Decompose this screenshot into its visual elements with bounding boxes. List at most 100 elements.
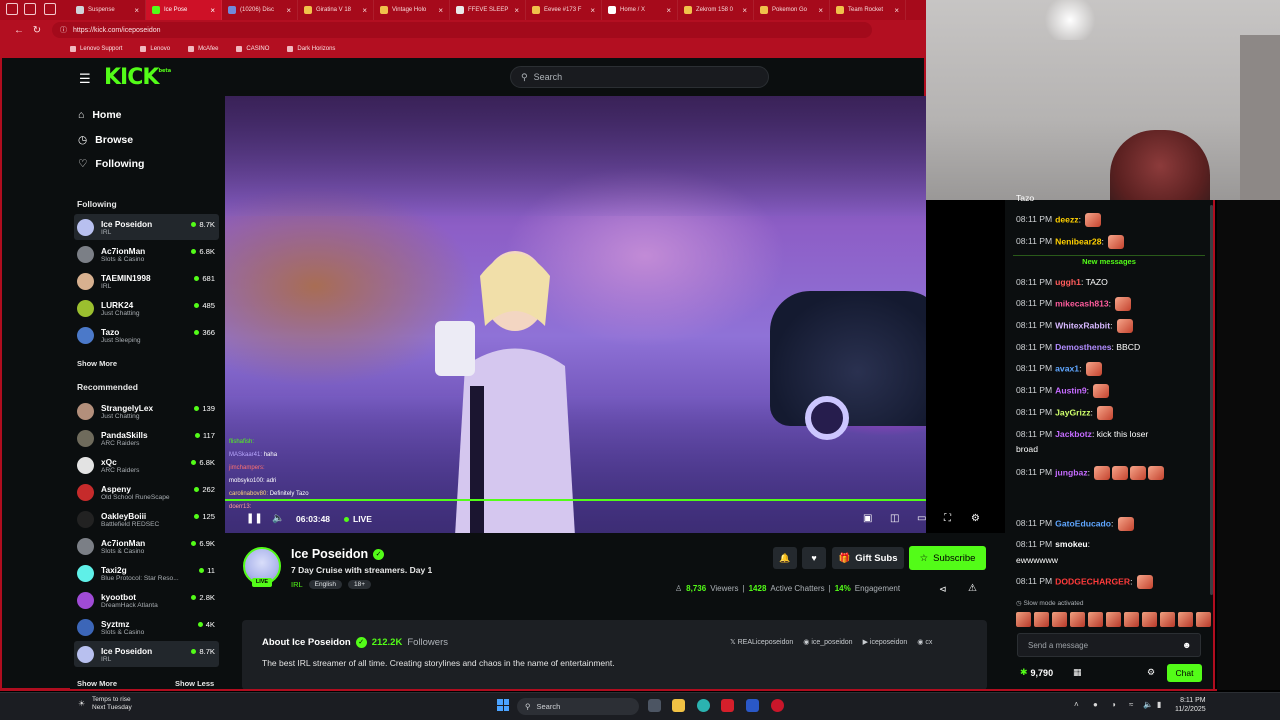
emote-icon[interactable]: [1112, 466, 1129, 480]
taskbar-clock[interactable]: 8:11 PM 11/2/2025: [1175, 696, 1206, 714]
search-input[interactable]: ⚲ Search: [510, 66, 769, 88]
emote-icon[interactable]: [1178, 612, 1193, 627]
new-messages-divider[interactable]: New messages: [1013, 255, 1205, 267]
bookmark-casino[interactable]: CASINO: [236, 46, 269, 52]
emote-icon[interactable]: [1094, 466, 1111, 480]
chat-username[interactable]: JayGrizz: [1055, 407, 1090, 417]
close-icon[interactable]: ×: [438, 6, 443, 15]
social-youtube-link[interactable]: ▶ iceposeidon: [863, 638, 908, 646]
emote-icon[interactable]: [1070, 612, 1085, 627]
tray-app-icon[interactable]: ◑: [1111, 700, 1116, 709]
browser-tab[interactable]: Eevee #173 F ×: [526, 0, 602, 20]
chat-username[interactable]: Nenibear28: [1055, 236, 1101, 246]
settings-gear-icon[interactable]: ⚙: [971, 513, 980, 524]
battery-icon[interactable]: ▮: [1157, 700, 1161, 709]
emote-icon[interactable]: [1130, 466, 1147, 480]
sidebar-item-browse[interactable]: ◷ Browse: [78, 134, 133, 146]
sidebar-channel[interactable]: Syztmz Slots & Casino 4K: [74, 614, 219, 640]
task-view-icon[interactable]: [648, 699, 661, 712]
social-x-link[interactable]: 𝕏 REALiceposeidon: [730, 638, 793, 646]
social-instagram-link[interactable]: ◉ ice_poseidon: [803, 638, 852, 646]
browser-tab[interactable]: Ice Pose ×: [146, 0, 222, 20]
edge-browser-icon[interactable]: [697, 699, 710, 712]
emote-icon[interactable]: [1052, 612, 1067, 627]
browser-tab[interactable]: Vintage Holo ×: [374, 0, 450, 20]
picture-in-picture-icon[interactable]: ▣: [863, 513, 872, 524]
emote-icon[interactable]: [1088, 612, 1103, 627]
show-more-recommended-button[interactable]: Show More: [77, 679, 117, 688]
tray-chevron-icon[interactable]: ˄: [1074, 700, 1079, 709]
emote-icon[interactable]: [1106, 612, 1121, 627]
sidebar-channel[interactable]: xQc ARC Raiders 6.8K: [74, 452, 219, 478]
emote-icon[interactable]: [1116, 319, 1133, 333]
chat-username[interactable]: smokeu: [1055, 539, 1087, 549]
weather-widget[interactable]: Temps to rise Next Tuesday: [92, 696, 132, 712]
pause-icon[interactable]: ❚❚: [246, 513, 263, 524]
browser-tab[interactable]: Suspense ×: [70, 0, 146, 20]
chat-username[interactable]: Jackbotz: [1055, 429, 1092, 439]
kick-logo[interactable]: KICKbeta: [104, 65, 171, 90]
sidebar-channel[interactable]: Taxi2g Blue Protocol: Star Reso... 11: [74, 560, 219, 586]
close-icon[interactable]: ×: [134, 6, 139, 15]
youtube-app-icon[interactable]: [721, 699, 734, 712]
chat-username[interactable]: GatoEducado: [1055, 518, 1111, 528]
close-icon[interactable]: ×: [590, 6, 595, 15]
tag-18plus[interactable]: 18+: [348, 580, 372, 589]
bookmark-dark-horizons[interactable]: Dark Horizons: [287, 46, 335, 52]
emoji-icon[interactable]: ☻: [1182, 640, 1191, 650]
sidebar-channel[interactable]: Ice Poseidon IRL 8.7K: [74, 641, 219, 667]
category-link[interactable]: IRL: [291, 580, 303, 589]
sidebar-channel[interactable]: Ac7ionMan Slots & Casino 6.9K: [74, 533, 219, 559]
social-discord-link[interactable]: ◉ cx: [917, 638, 932, 646]
close-icon[interactable]: ×: [286, 6, 291, 15]
share-icon[interactable]: ⊲: [939, 584, 947, 595]
sidebar-channel[interactable]: Tazo Just Sleeping 366: [74, 322, 219, 348]
chat-username[interactable]: Demosthenes: [1055, 342, 1111, 352]
sidebar-channel[interactable]: StrangelyLex Just Chatting 139: [74, 398, 219, 424]
browser-tab[interactable]: (10206) Disc ×: [222, 0, 298, 20]
browser-tab[interactable]: Team Rocket ×: [830, 0, 906, 20]
sidebar-channel[interactable]: Ac7ionMan Slots & Casino 6.8K: [74, 241, 219, 267]
store-icon[interactable]: ▦: [1073, 667, 1082, 678]
emote-icon[interactable]: [1097, 406, 1114, 420]
windows-start-icon[interactable]: [497, 699, 509, 711]
chat-send-button[interactable]: Chat: [1167, 664, 1202, 682]
browser-tab[interactable]: Home / X ×: [602, 0, 678, 20]
file-explorer-icon[interactable]: [672, 699, 685, 712]
hamburger-menu-icon[interactable]: ☰: [79, 71, 91, 87]
chat-username[interactable]: deezz: [1055, 214, 1078, 224]
emote-icon[interactable]: [1108, 235, 1125, 249]
browser-menu-icon[interactable]: [6, 3, 18, 15]
sidebar-channel[interactable]: TAEMIN1998 IRL 681: [74, 268, 219, 294]
browser-tab[interactable]: Zekrom 158 0 ×: [678, 0, 754, 20]
report-warning-icon[interactable]: ⚠: [968, 583, 977, 594]
emote-icon[interactable]: [1016, 612, 1031, 627]
theater-mode-icon[interactable]: ▭: [917, 513, 926, 524]
chat-username[interactable]: DODGECHARGER: [1055, 576, 1130, 586]
url-field[interactable]: ⓘ https://kick.com/iceposeidon: [52, 22, 872, 38]
opera-gx-icon[interactable]: [771, 699, 784, 712]
emote-icon[interactable]: [1136, 575, 1153, 589]
sidebar-channel[interactable]: Aspeny Old School RuneScape 262: [74, 479, 219, 505]
close-icon[interactable]: ×: [742, 6, 747, 15]
sidebar-item-following[interactable]: ♡ Following: [78, 158, 144, 170]
gift-subs-button[interactable]: 🎁 Gift Subs: [832, 547, 904, 569]
chat-settings-icon[interactable]: ⚙: [1147, 667, 1155, 678]
notification-bell-icon[interactable]: 🔔: [773, 547, 797, 569]
fullscreen-icon[interactable]: ⛶: [944, 513, 951, 524]
subscribe-button[interactable]: ☆ Subscribe: [909, 546, 986, 570]
kicks-balance[interactable]: ✱ 9,790: [1020, 667, 1053, 678]
chat-username[interactable]: WhitexRabbit: [1055, 320, 1110, 330]
show-more-following-button[interactable]: Show More: [77, 359, 117, 368]
sidebar-channel[interactable]: kyootbot DreamHack Atlanta 2.8K: [74, 587, 219, 613]
close-icon[interactable]: ×: [818, 6, 823, 15]
follow-heart-icon[interactable]: ♥: [802, 547, 826, 569]
chat-username[interactable]: avax1: [1055, 363, 1079, 373]
live-badge[interactable]: LIVE: [344, 514, 372, 524]
emote-icon[interactable]: [1093, 384, 1110, 398]
chat-username[interactable]: Austin9: [1055, 385, 1087, 395]
lenovo-vantage-icon[interactable]: [746, 699, 759, 712]
back-icon[interactable]: ←: [10, 25, 28, 36]
tray-app-icon[interactable]: ●: [1093, 700, 1098, 709]
emote-icon[interactable]: [1148, 466, 1165, 480]
